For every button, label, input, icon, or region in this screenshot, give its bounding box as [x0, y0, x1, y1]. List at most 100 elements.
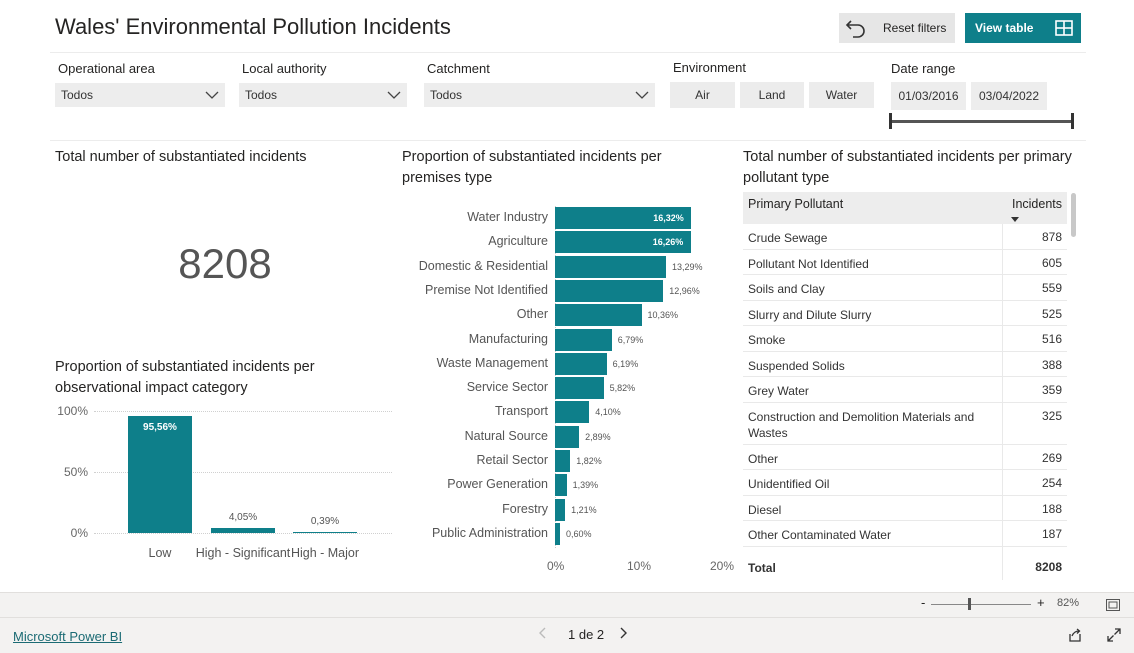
share-icon[interactable]	[1068, 628, 1082, 647]
pollutant-table-title: Total number of substantiated incidents …	[743, 149, 1072, 186]
table-row[interactable]: Suspended Solids 388	[743, 352, 1067, 377]
impact-bar[interactable]	[293, 532, 357, 533]
report-title: Wales' Environmental Pollution Incidents	[55, 14, 451, 39]
date-end-input[interactable]: 03/04/2022	[971, 82, 1047, 110]
fullscreen-icon[interactable]	[1107, 628, 1121, 647]
table-icon	[1047, 20, 1081, 36]
date-range-slider[interactable]	[891, 120, 1073, 123]
impact-bar-label: 4,05%	[228, 512, 258, 524]
table-row[interactable]: Pollutant Not Identified 605	[743, 250, 1067, 275]
date-slider-start-handle[interactable]	[889, 113, 892, 129]
zoom-slider-handle[interactable]	[968, 598, 971, 610]
kpi-title: Total number of substantiated incidents	[55, 149, 307, 165]
footer: Microsoft Power BI 1 de 2	[0, 617, 1134, 653]
premises-bar-label: 6,19%	[612, 358, 639, 369]
operational-area-dropdown[interactable]: Todos	[55, 83, 225, 107]
table-row[interactable]: Crude Sewage 878	[743, 224, 1067, 250]
premises-bar-label: 16,26%	[652, 237, 684, 248]
reset-filters-button[interactable]: Reset filters	[839, 13, 955, 43]
y-tick: 100%	[57, 404, 88, 418]
pollutant-name: Construction and Demolition Materials an…	[748, 409, 975, 440]
pollutant-name: Diesel	[748, 502, 782, 517]
pollutant-count: 559	[1041, 281, 1062, 295]
column-header-pollutant[interactable]: Primary Pollutant	[748, 197, 843, 211]
premises-bar[interactable]	[555, 425, 580, 448]
premises-bar[interactable]	[555, 328, 612, 351]
premises-category-label: Service Sector	[466, 380, 548, 395]
impact-category-label: High - Major	[290, 546, 360, 560]
pager: 1 de 2	[538, 627, 628, 642]
pollutant-count: 188	[1041, 501, 1062, 516]
premises-category-label: Forestry	[502, 501, 548, 516]
divider	[50, 140, 1086, 141]
catchment-label: Catchment	[427, 61, 490, 76]
table-row[interactable]: Construction and Demolition Materials an…	[743, 403, 1067, 445]
gridline	[94, 533, 392, 534]
local-authority-dropdown[interactable]: Todos	[239, 83, 407, 107]
catchment-value: Todos	[430, 88, 463, 102]
premises-bar-label: 6,79%	[617, 334, 644, 345]
pollutant-count: 359	[1041, 383, 1062, 397]
local-authority-label: Local authority	[242, 61, 327, 76]
pollutant-name: Other	[748, 451, 779, 466]
table-row[interactable]: Other 269	[743, 445, 1067, 470]
pollutant-name: Slurry and Dilute Slurry	[748, 307, 872, 322]
table-row[interactable]: Other Contaminated Water 187	[743, 521, 1067, 547]
bottom-bar: - + 82% Microsoft Power BI 1 de 2	[0, 592, 1134, 653]
pollutant-count: 516	[1041, 332, 1062, 346]
fit-to-page-icon[interactable]	[1106, 598, 1120, 616]
zoom-in-button[interactable]: +	[1037, 595, 1045, 610]
y-tick: 50%	[63, 465, 88, 479]
premises-bar[interactable]	[555, 498, 566, 521]
pollutant-name: Pollutant Not Identified	[748, 256, 869, 271]
previous-page-icon[interactable]	[538, 627, 548, 642]
zoom-out-button[interactable]: -	[921, 595, 925, 610]
column-header-incidents[interactable]: Incidents	[1012, 197, 1062, 211]
table-row[interactable]: Grey Water 359	[743, 377, 1067, 403]
gridline	[94, 411, 392, 412]
premises-chart-title: Proportion of substantiated incidents pe…	[402, 149, 662, 186]
premises-bar[interactable]	[555, 255, 666, 278]
premises-category-label: Natural Source	[464, 428, 548, 443]
premises-bar[interactable]	[555, 474, 567, 497]
environment-land-button[interactable]: Land	[740, 82, 804, 108]
environment-water-button[interactable]: Water	[809, 82, 874, 108]
next-page-icon[interactable]	[618, 627, 628, 642]
environment-air-button[interactable]: Air	[670, 82, 735, 108]
catchment-dropdown[interactable]: Todos	[424, 83, 655, 107]
premises-bar[interactable]	[555, 304, 642, 327]
impact-bar[interactable]	[128, 416, 192, 533]
view-table-button[interactable]: View table	[965, 13, 1081, 43]
environment-label: Environment	[673, 60, 746, 75]
table-scrollbar[interactable]	[1071, 193, 1076, 237]
x-tick: 0%	[547, 559, 565, 573]
premises-bar-label: 1,39%	[572, 480, 599, 491]
zoom-level: 82%	[1057, 597, 1080, 609]
premises-category-label: Transport	[494, 404, 548, 419]
chevron-down-icon	[205, 89, 219, 103]
zoom-slider[interactable]	[931, 604, 1031, 605]
premises-bar[interactable]	[555, 401, 590, 424]
premises-bar-label: 4,10%	[595, 407, 621, 418]
premises-bar[interactable]	[555, 279, 664, 302]
premises-bar[interactable]	[555, 352, 607, 375]
table-row[interactable]: Unidentified Oil 254	[743, 470, 1067, 496]
premises-category-label: Retail Sector	[476, 453, 548, 467]
powerbi-link[interactable]: Microsoft Power BI	[13, 629, 122, 644]
date-start-input[interactable]: 01/03/2016	[891, 82, 966, 110]
table-row[interactable]: Soils and Clay 559	[743, 275, 1067, 301]
table-row[interactable]: Slurry and Dilute Slurry 525	[743, 301, 1067, 326]
y-tick: 0%	[70, 526, 88, 540]
divider	[50, 52, 1086, 53]
pollutant-count: 254	[1041, 476, 1062, 490]
pollutant-name: Other Contaminated Water	[748, 528, 891, 542]
premises-bar[interactable]	[555, 522, 560, 545]
premises-bar[interactable]	[555, 377, 604, 400]
date-slider-end-handle[interactable]	[1071, 113, 1074, 129]
premises-bar[interactable]	[555, 450, 571, 472]
premises-category-label: Other	[516, 307, 548, 322]
page-indicator: 1 de 2	[568, 627, 605, 642]
table-row[interactable]: Diesel 188	[743, 496, 1067, 521]
impact-bar[interactable]	[211, 528, 275, 533]
table-row[interactable]: Smoke 516	[743, 326, 1067, 352]
